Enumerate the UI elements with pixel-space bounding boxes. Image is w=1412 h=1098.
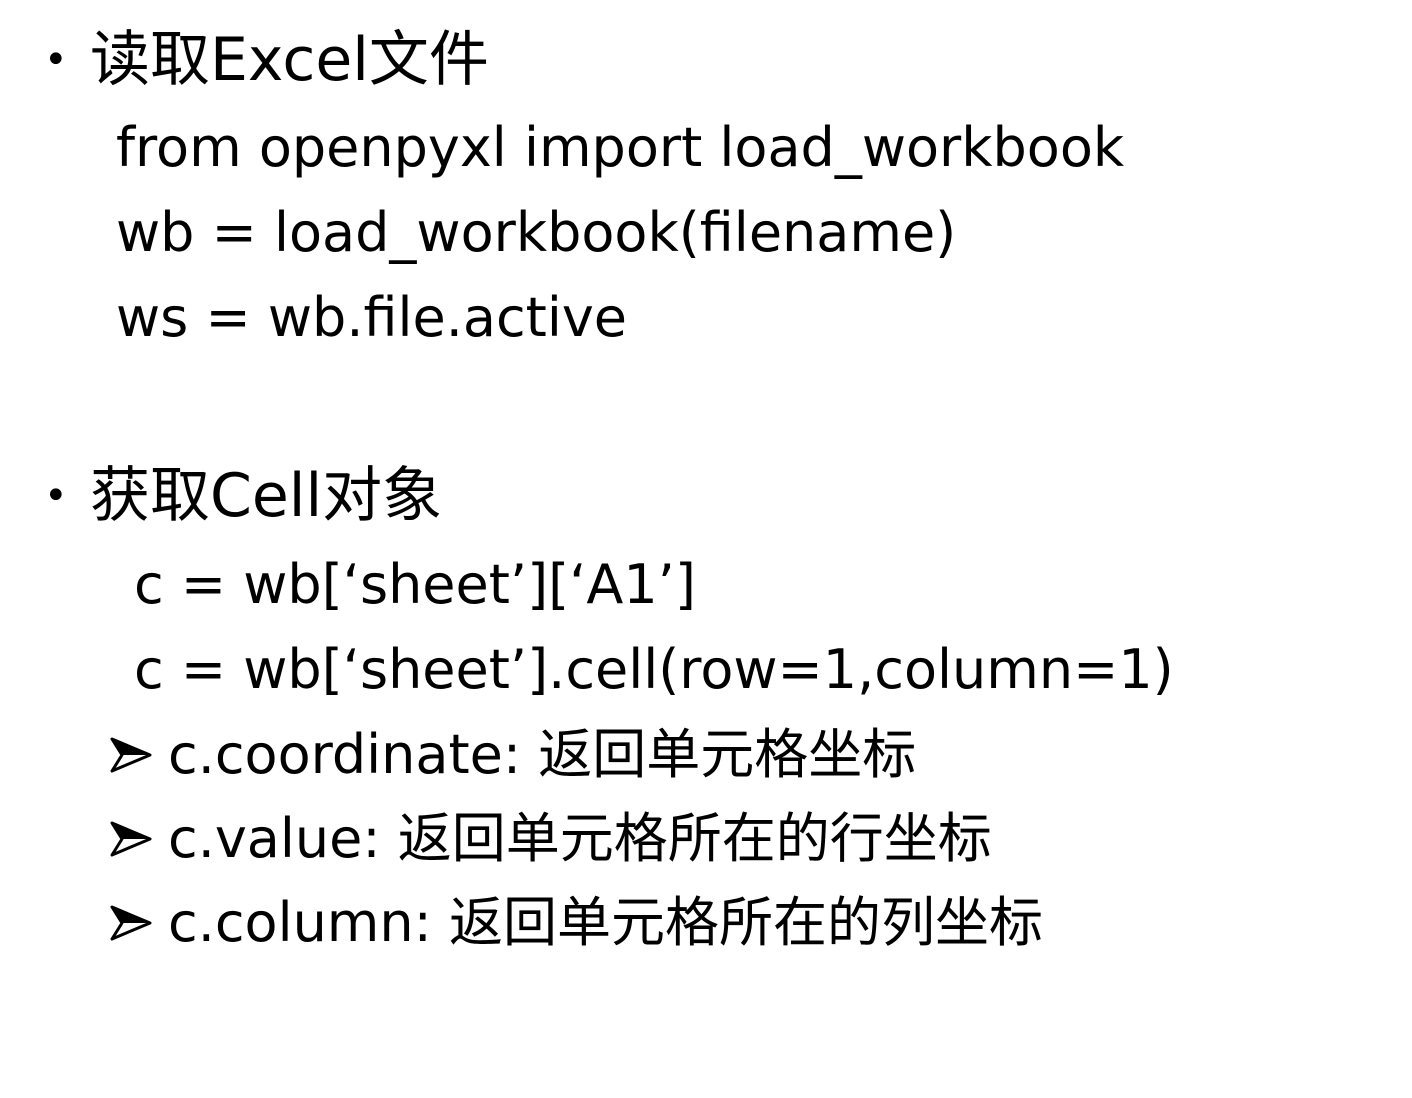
arrow-bullet-icon: [108, 888, 168, 958]
section-heading-get-cell: • 获取Cell对象: [44, 458, 442, 534]
code-line: ws = wb.file.active: [116, 286, 628, 349]
sub-bullet-item: c.value: 返回单元格所在的行坐标: [108, 804, 992, 874]
code-line: c = wb[‘sheet’].cell(row=1,column=1): [134, 638, 1174, 701]
bullet-dot-icon: •: [44, 37, 68, 83]
code-line: c = wb[‘sheet’][‘A1’]: [134, 553, 696, 616]
heading-text: 读取Excel文件: [90, 25, 489, 95]
code-line: wb = load_workbook(filename): [116, 201, 957, 264]
sub-bullet-text: c.column: 返回单元格所在的列坐标: [168, 891, 1043, 954]
bullet-dot-icon: •: [44, 473, 68, 519]
sub-bullet-text: c.value: 返回单元格所在的行坐标: [168, 807, 992, 870]
section-heading-read-excel: • 读取Excel文件: [44, 22, 489, 98]
slide: • 读取Excel文件 from openpyxl import load_wo…: [0, 0, 1412, 994]
arrow-bullet-icon: [108, 720, 168, 790]
heading-text: 获取Cell对象: [90, 461, 443, 531]
code-line: from openpyxl import load_workbook: [116, 116, 1125, 179]
sub-bullet-item: c.column: 返回单元格所在的列坐标: [108, 888, 1043, 958]
arrow-bullet-icon: [108, 804, 168, 874]
sub-bullet-item: c.coordinate: 返回单元格坐标: [108, 720, 916, 790]
sub-bullet-text: c.coordinate: 返回单元格坐标: [168, 723, 917, 786]
